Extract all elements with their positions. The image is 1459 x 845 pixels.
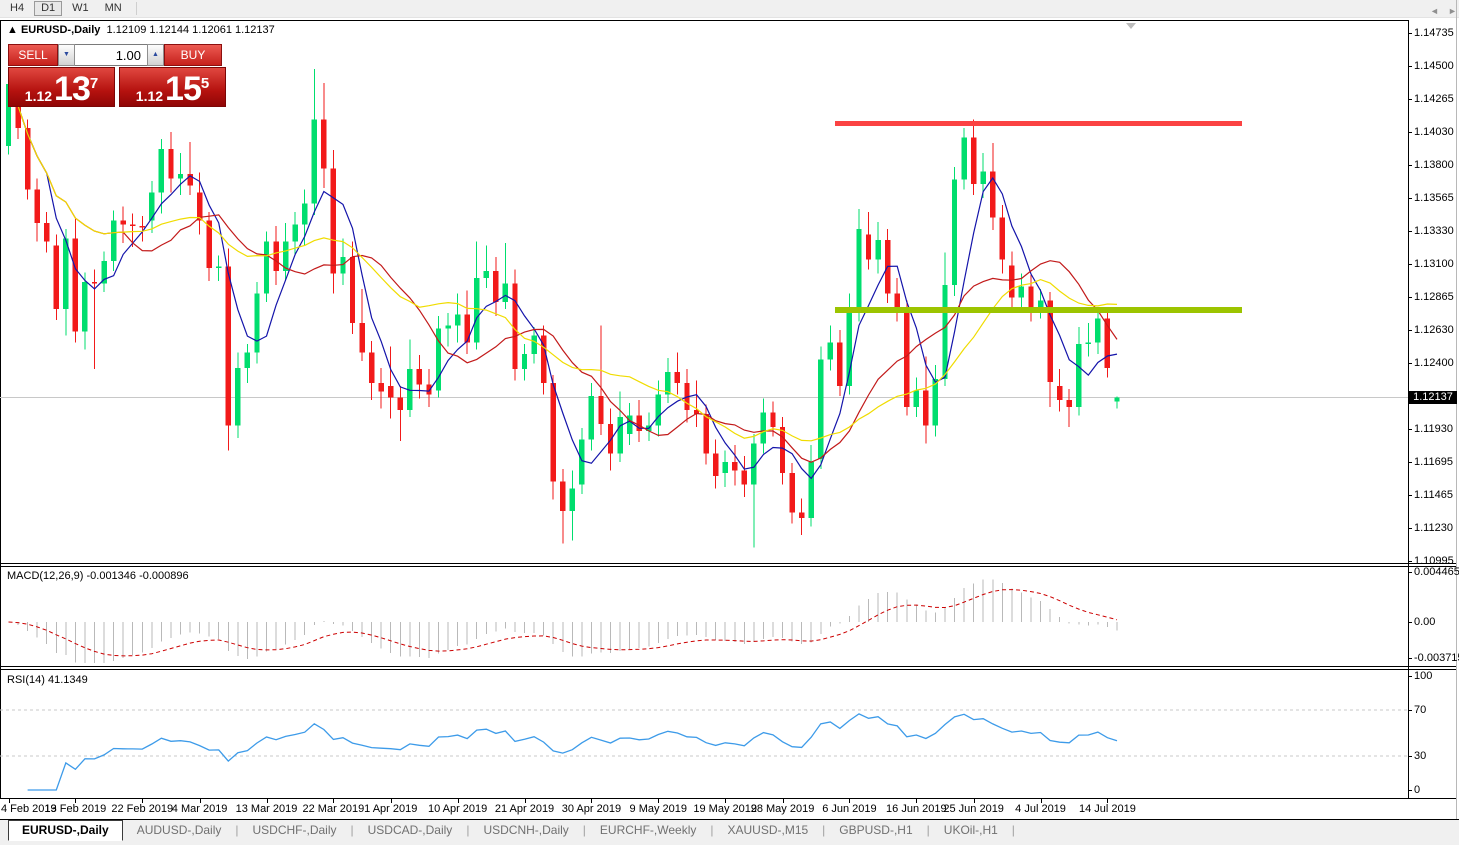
volume-increase-button[interactable]: ▲ xyxy=(147,44,164,66)
panel-separator xyxy=(0,666,1456,667)
timeframe-toolbar: H4 D1 W1 MN xyxy=(0,0,1459,18)
macd-indicator-label: MACD(12,26,9) -0.001346 -0.000896 xyxy=(7,570,189,582)
sell-price-pip: 7 xyxy=(90,79,98,89)
price-axis-label: 1.11465 xyxy=(1414,489,1453,501)
tab-scroll-left-icon[interactable]: ◄ xyxy=(1430,6,1439,16)
rsi-indicator-label: RSI(14) 41.1349 xyxy=(7,674,88,686)
price-axis-label: 1.13565 xyxy=(1414,192,1454,204)
indicator-axis-tick xyxy=(1408,622,1412,623)
sell-price-base: 1.12 xyxy=(25,89,52,103)
indicator-axis-tick xyxy=(1408,658,1412,659)
price-axis-label: 1.11930 xyxy=(1414,423,1453,435)
price-axis-label: 1.14500 xyxy=(1414,60,1454,72)
indicator-axis-tick xyxy=(1408,756,1412,757)
price-axis-tick xyxy=(1408,495,1412,496)
collapse-triangle-icon[interactable]: ▲ xyxy=(7,24,18,36)
macd-panel-canvas[interactable] xyxy=(0,567,1408,666)
price-axis-tick xyxy=(1408,66,1412,67)
price-axis-tick xyxy=(1408,429,1412,430)
rsi-panel-canvas[interactable] xyxy=(0,670,1408,798)
window-right-edge xyxy=(1456,0,1457,845)
tab-eurchf-weekly[interactable]: EURCHF-,Weekly xyxy=(586,820,710,840)
price-axis-label: 1.13800 xyxy=(1414,159,1454,171)
indicator-axis-label: 70 xyxy=(1414,704,1426,716)
indicator-axis-tick xyxy=(1408,710,1412,711)
volume-decrease-button[interactable]: ▼ xyxy=(58,44,75,66)
buy-price-big: 15 xyxy=(165,75,201,103)
chart-symbol-label: EURUSD-,Daily xyxy=(21,24,100,36)
buy-price-pip: 5 xyxy=(201,79,209,89)
price-axis-label: 1.14030 xyxy=(1414,126,1454,138)
timeframe-button-d1[interactable]: D1 xyxy=(34,1,62,16)
indicator-axis-label: 100 xyxy=(1414,670,1432,682)
price-axis-label: 1.11230 xyxy=(1414,522,1453,534)
indicator-axis-tick xyxy=(1408,790,1412,791)
price-axis-tick xyxy=(1408,264,1412,265)
timeframe-button-mn[interactable]: MN xyxy=(99,1,128,16)
date-axis-label: 14 Jul 2019 xyxy=(1065,803,1149,815)
indicator-axis-tick xyxy=(1408,676,1412,677)
price-axis-tick xyxy=(1408,330,1412,331)
indicator-axis-label: 30 xyxy=(1414,750,1426,762)
price-axis-separator xyxy=(1408,20,1409,799)
timeframe-button-h4[interactable]: H4 xyxy=(4,1,30,16)
buy-button[interactable]: BUY xyxy=(164,44,222,66)
price-axis-label: 1.14735 xyxy=(1414,27,1454,39)
price-axis-label: 1.12630 xyxy=(1414,324,1454,336)
tab-xauusd-m15[interactable]: XAUUSD-,M15 xyxy=(713,820,822,840)
price-axis-tick xyxy=(1408,297,1412,298)
tab-usdchf-daily[interactable]: USDCHF-,Daily xyxy=(239,820,351,840)
price-axis-tick xyxy=(1408,132,1412,133)
tab-separator: | xyxy=(1012,820,1015,837)
price-axis-tick xyxy=(1408,165,1412,166)
panel-separator xyxy=(0,563,1456,564)
tab-scroll-right-icon[interactable]: ► xyxy=(1448,6,1457,16)
price-axis-tick xyxy=(1408,33,1412,34)
timeframe-button-w1[interactable]: W1 xyxy=(66,1,95,16)
tab-ukoil-h1[interactable]: UKOil-,H1 xyxy=(930,820,1012,840)
sell-price-tile[interactable]: 1.12 13 7 xyxy=(8,67,115,107)
buy-price-tile[interactable]: 1.12 15 5 xyxy=(119,67,226,107)
price-axis-tick xyxy=(1408,99,1412,100)
sell-price-big: 13 xyxy=(54,75,90,103)
indicator-axis-tick xyxy=(1408,572,1412,573)
price-axis-label: 1.13330 xyxy=(1414,225,1454,237)
price-axis-tick xyxy=(1408,528,1412,529)
chart-bottom-border xyxy=(0,798,1456,799)
indicator-axis-label: -0.003715 xyxy=(1414,652,1459,664)
sell-button[interactable]: SELL xyxy=(8,44,58,66)
indicator-axis-label: 0.00 xyxy=(1414,616,1435,628)
price-axis-tick xyxy=(1408,462,1412,463)
price-axis-label: 1.14265 xyxy=(1414,93,1454,105)
chart-tab-bar: EURUSD-,DailyAUDUSD-,Daily | USDCHF-,Daily… xyxy=(0,819,1459,845)
terminal-window: H4 D1 W1 MN ▲ EURUSD-,Daily 1.12109 1.12144… xyxy=(0,0,1459,845)
price-axis-tick xyxy=(1408,231,1412,232)
price-axis-tick xyxy=(1408,561,1412,562)
chart-title: ▲ EURUSD-,Daily 1.12109 1.12144 1.12061 … xyxy=(7,24,275,36)
price-axis-label: 1.11695 xyxy=(1414,456,1453,468)
tab-usdcnh-daily[interactable]: USDCNH-,Daily xyxy=(469,820,582,840)
chart-ohlc-values: 1.12109 1.12144 1.12061 1.12137 xyxy=(107,24,275,36)
tab-audusd-daily[interactable]: AUDUSD-,Daily xyxy=(123,820,236,840)
price-axis-label: 1.13100 xyxy=(1414,258,1454,270)
tab-usdcad-daily[interactable]: USDCAD-,Daily xyxy=(354,820,467,840)
toolbar-separator xyxy=(136,2,137,15)
indicator-axis-label: 0 xyxy=(1414,784,1420,796)
price-axis-tick xyxy=(1408,198,1412,199)
one-click-trade-panel: SELL ▼ ▲ BUY 1.12 13 7 1.12 15 5 xyxy=(8,44,226,107)
indicator-axis-label: 0.004465 xyxy=(1414,566,1459,578)
current-price-tag: 1.12137 xyxy=(1409,391,1457,404)
buy-price-base: 1.12 xyxy=(136,89,163,103)
chart-shift-marker-icon[interactable] xyxy=(1126,23,1136,29)
price-axis-label: 1.12865 xyxy=(1414,291,1454,303)
tab-eurusd-daily[interactable]: EURUSD-,Daily xyxy=(8,820,123,841)
price-axis-label: 1.12400 xyxy=(1414,357,1454,369)
price-axis-tick xyxy=(1408,363,1412,364)
volume-input[interactable] xyxy=(75,44,147,66)
tab-gbpusd-h1[interactable]: GBPUSD-,H1 xyxy=(825,820,926,840)
